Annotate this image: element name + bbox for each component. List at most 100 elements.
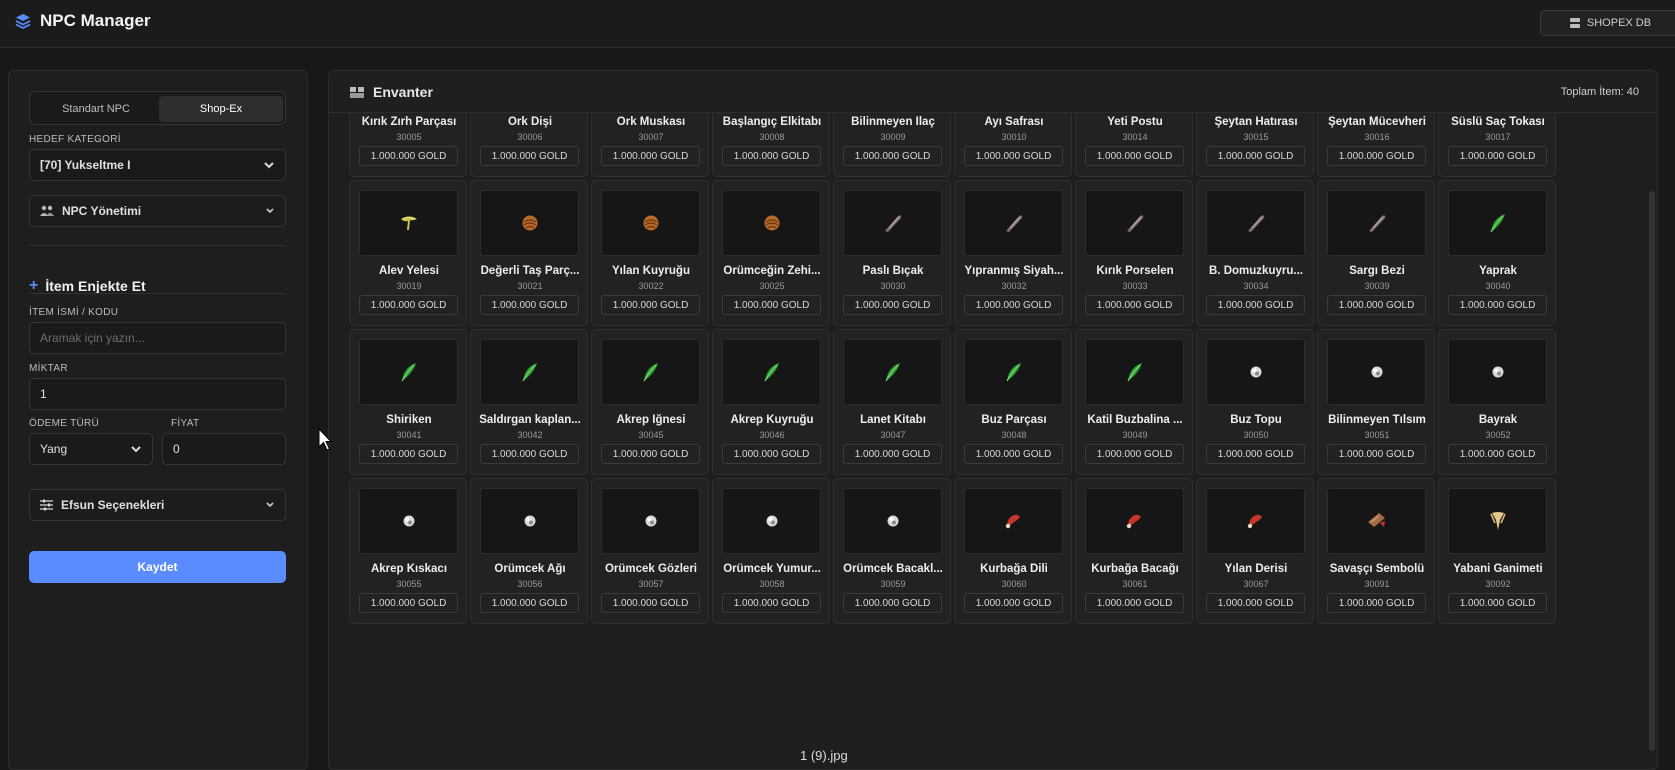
item-card[interactable]: Buz Parçası 30048 1.000.000 GOLD: [954, 329, 1072, 475]
item-card[interactable]: Kurbağa Bacağı 30061 1.000.000 GOLD: [1075, 478, 1193, 624]
item-search-input[interactable]: Aramak için yazın...: [29, 322, 286, 354]
item-price-badge: 1.000.000 GOLD: [359, 146, 458, 166]
item-card[interactable]: Örümcek Bacakl... 30059 1.000.000 GOLD: [833, 478, 951, 624]
item-card[interactable]: Ork Muskası 30007 1.000.000 GOLD: [591, 113, 709, 177]
item-card[interactable]: B. Domuzkuyru... 30034 1.000.000 GOLD: [1196, 180, 1314, 326]
tab-standard-npc[interactable]: Standart NPC: [34, 96, 158, 122]
shopex-db-button[interactable]: SHOPEX DB: [1540, 10, 1675, 36]
item-card[interactable]: Buz Topu 30050 1.000.000 GOLD: [1196, 329, 1314, 475]
item-code: 30041: [396, 430, 422, 440]
item-card[interactable]: Kırık Zırh Parçası 30005 1.000.000 GOLD: [349, 113, 467, 177]
item-name: Örümceğin Zehi...: [723, 265, 821, 277]
item-card[interactable]: Şeytan Mücevheri 30016 1.000.000 GOLD: [1317, 113, 1435, 177]
item-card[interactable]: Örümcek Ağı 30056 1.000.000 GOLD: [470, 478, 588, 624]
payment-type-select[interactable]: Yang: [29, 433, 153, 465]
item-code: 30048: [1001, 430, 1027, 440]
item-card[interactable]: Başlangıç Elkitabı 30008 1.000.000 GOLD: [712, 113, 830, 177]
item-price-badge: 1.000.000 GOLD: [601, 593, 700, 613]
item-card[interactable]: Bayrak 30052 1.000.000 GOLD: [1438, 329, 1556, 475]
item-name-label: İTEM İSMİ / KODU: [29, 307, 119, 318]
payment-type-label: ÖDEME TÜRÜ: [29, 418, 100, 429]
item-card[interactable]: Değerli Taş Parç... 30021 1.000.000 GOLD: [470, 180, 588, 326]
chevron-down-icon: [266, 502, 274, 508]
item-card[interactable]: Bilinmeyen İlaç 30009 1.000.000 GOLD: [833, 113, 951, 177]
item-code: 30042: [517, 430, 543, 440]
item-card[interactable]: Şeytan Hatırası 30015 1.000.000 GOLD: [1196, 113, 1314, 177]
item-image: [601, 339, 700, 405]
item-card[interactable]: Süslü Saç Tokası 30017 1.000.000 GOLD: [1438, 113, 1556, 177]
item-name: Yılan Derisi: [1224, 563, 1288, 575]
item-card[interactable]: Kurbağa Dili 30060 1.000.000 GOLD: [954, 478, 1072, 624]
item-card[interactable]: Savaşçı Sembolü 30091 1.000.000 GOLD: [1317, 478, 1435, 624]
payment-type-value: Yang: [40, 442, 68, 456]
mouse-cursor-icon: [318, 428, 332, 451]
item-card[interactable]: Shiriken 30041 1.000.000 GOLD: [349, 329, 467, 475]
item-card[interactable]: Yabani Ganimeti 30092 1.000.000 GOLD: [1438, 478, 1556, 624]
item-price-badge: 1.000.000 GOLD: [1448, 593, 1547, 613]
item-image: [1085, 339, 1184, 405]
item-code: 30014: [1122, 132, 1148, 142]
inventory-panel: Envanter Toplam İtem: 40 Kırık Zırh Parç…: [328, 70, 1658, 770]
save-button[interactable]: Kaydet: [29, 551, 286, 583]
item-card[interactable]: Kırık Porselen 30033 1.000.000 GOLD: [1075, 180, 1193, 326]
item-card[interactable]: Sargı Bezi 30039 1.000.000 GOLD: [1317, 180, 1435, 326]
shell-icon: [641, 213, 661, 233]
quantity-input[interactable]: 1: [29, 378, 286, 410]
item-code: 30092: [1485, 579, 1511, 589]
item-card[interactable]: Akrep Kıskacı 30055 1.000.000 GOLD: [349, 478, 467, 624]
leaf-icon: [1003, 360, 1025, 384]
efsun-options-accordion[interactable]: Efsun Seçenekleri: [29, 489, 286, 521]
item-card[interactable]: Yılan Derisi 30067 1.000.000 GOLD: [1196, 478, 1314, 624]
price-label: FİYAT: [171, 418, 200, 429]
item-card[interactable]: Akrep İğnesi 30045 1.000.000 GOLD: [591, 329, 709, 475]
item-code: 30051: [1364, 430, 1390, 440]
category-select[interactable]: [70] Yukseltme I: [29, 149, 286, 181]
item-name: Örümcek Yumur...: [723, 563, 821, 575]
item-code: 30008: [759, 132, 785, 142]
item-card[interactable]: Örümceğin Zehi... 30025 1.000.000 GOLD: [712, 180, 830, 326]
chevron-down-icon: [264, 162, 274, 169]
item-card[interactable]: Örümcek Yumur... 30058 1.000.000 GOLD: [712, 478, 830, 624]
app-logo[interactable]: NPC Manager: [14, 11, 151, 31]
item-card[interactable]: Örümcek Gözleri 30057 1.000.000 GOLD: [591, 478, 709, 624]
item-code: 30058: [759, 579, 785, 589]
npc-management-accordion[interactable]: NPC Yönetimi: [29, 195, 286, 227]
item-card[interactable]: Yeti Postu 30014 1.000.000 GOLD: [1075, 113, 1193, 177]
price-input[interactable]: 0: [162, 433, 286, 465]
npc-management-label: NPC Yönetimi: [62, 204, 142, 218]
item-card[interactable]: Yaprak 30040 1.000.000 GOLD: [1438, 180, 1556, 326]
item-card[interactable]: Yıpranmış Siyah... 30032 1.000.000 GOLD: [954, 180, 1072, 326]
item-image: [1085, 190, 1184, 256]
item-image: [601, 190, 700, 256]
orb-icon: [402, 514, 416, 528]
item-card[interactable]: Yılan Kuyruğu 30022 1.000.000 GOLD: [591, 180, 709, 326]
item-code: 30039: [1364, 281, 1390, 291]
orb-icon: [1491, 365, 1505, 379]
item-card[interactable]: Alev Yelesi 30019 1.000.000 GOLD: [349, 180, 467, 326]
item-price-badge: 1.000.000 GOLD: [1448, 444, 1547, 464]
item-code: 30050: [1243, 430, 1269, 440]
item-card[interactable]: Ork Dişi 30006 1.000.000 GOLD: [470, 113, 588, 177]
item-code: 30033: [1122, 281, 1148, 291]
item-card[interactable]: Katil Buzbalina ... 30049 1.000.000 GOLD: [1075, 329, 1193, 475]
users-icon: [40, 205, 54, 216]
scrollbar[interactable]: [1649, 191, 1655, 751]
tab-shop-ex[interactable]: Shop-Ex: [159, 96, 283, 122]
item-name: Buz Parçası: [981, 414, 1047, 426]
item-code: 30046: [759, 430, 785, 440]
item-price-badge: 1.000.000 GOLD: [1206, 146, 1305, 166]
item-code: 30009: [880, 132, 906, 142]
item-card[interactable]: Akrep Kuyruğu 30046 1.000.000 GOLD: [712, 329, 830, 475]
item-code: 30010: [1001, 132, 1027, 142]
item-image: [964, 190, 1063, 256]
item-card[interactable]: Lanet Kitabı 30047 1.000.000 GOLD: [833, 329, 951, 475]
item-name: Bayrak: [1478, 414, 1518, 426]
price-value: 0: [173, 442, 180, 456]
item-card[interactable]: Saldırgan kaplan... 30042 1.000.000 GOLD: [470, 329, 588, 475]
item-card[interactable]: Paslı Bıçak 30030 1.000.000 GOLD: [833, 180, 951, 326]
boxes-icon: [350, 86, 364, 98]
item-name: Yabani Ganimeti: [1453, 563, 1543, 575]
leaf-icon: [1487, 211, 1509, 235]
item-card[interactable]: Ayı Safrası 30010 1.000.000 GOLD: [954, 113, 1072, 177]
item-card[interactable]: Bilinmeyen Tılsım 30051 1.000.000 GOLD: [1317, 329, 1435, 475]
